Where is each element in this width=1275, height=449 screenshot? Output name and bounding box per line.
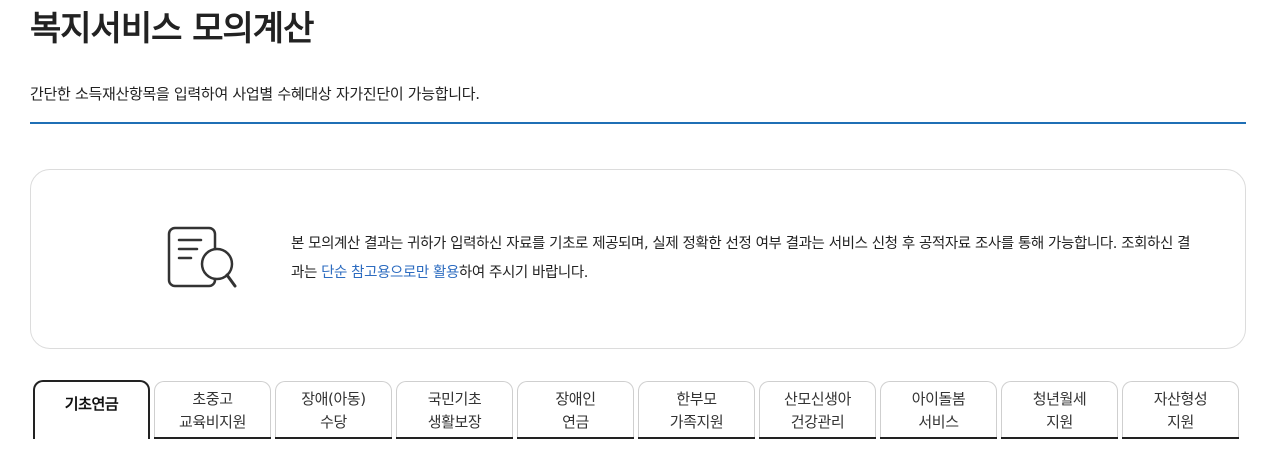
tab-disabled-child-allowance[interactable]: 장애(아동) 수당 xyxy=(275,381,392,439)
tab-single-parent-support[interactable]: 한부모 가족지원 xyxy=(638,381,755,439)
tab-label-2: 연금 xyxy=(562,413,589,431)
tab-label-2: 가족지원 xyxy=(669,413,724,431)
title-divider xyxy=(30,122,1246,124)
tab-label: 국민기초 xyxy=(427,390,482,408)
tab-label: 한부모 xyxy=(676,390,717,408)
tab-label: 아이돌봄 xyxy=(911,390,966,408)
tab-child-care-service[interactable]: 아이돌봄 서비스 xyxy=(880,381,997,439)
tab-label-2: 지원 xyxy=(1167,413,1194,431)
tab-label: 산모신생아 xyxy=(783,390,851,408)
tab-label-2: 서비스 xyxy=(918,413,959,431)
tab-asset-building-support[interactable]: 자산형성 지원 xyxy=(1122,381,1239,439)
tab-maternal-newborn-care[interactable]: 산모신생아 건강관리 xyxy=(759,381,876,439)
tab-basic-pension[interactable]: 기초연금 xyxy=(33,380,150,439)
tab-youth-rent-support[interactable]: 청년월세 지원 xyxy=(1001,381,1118,439)
notice-box: 본 모의계산 결과는 귀하가 입력하신 자료를 기초로 제공되며, 실제 정확한… xyxy=(30,169,1246,349)
tab-school-education-support[interactable]: 초중고 교육비지원 xyxy=(154,381,271,439)
tab-label: 초중고 xyxy=(192,390,233,408)
tab-label: 자산형성 xyxy=(1153,390,1208,408)
tab-label: 기초연금 xyxy=(64,395,119,413)
tab-label: 장애인 xyxy=(555,390,596,408)
document-search-icon xyxy=(167,226,237,288)
notice-text: 본 모의계산 결과는 귀하가 입력하신 자료를 기초로 제공되며, 실제 정확한… xyxy=(291,230,1191,288)
tab-label: 장애(아동) xyxy=(301,390,366,408)
tab-basic-livelihood[interactable]: 국민기초 생활보장 xyxy=(396,381,513,439)
service-tabs: 기초연금 초중고 교육비지원 장애(아동) 수당 국민기초 생활보장 장애인 연… xyxy=(33,380,1243,440)
page-title: 복지서비스 모의계산 xyxy=(30,9,314,49)
page: 복지서비스 모의계산 간단한 소득재산항목을 입력하여 사업별 수혜대상 자가진… xyxy=(0,0,1275,449)
tab-label-2: 수당 xyxy=(320,413,347,431)
tab-label-2: 지원 xyxy=(1046,413,1073,431)
tab-label: 청년월세 xyxy=(1032,390,1087,408)
notice-text-end: 하여 주시기 바랍니다. xyxy=(458,265,589,281)
tab-label-2: 건강관리 xyxy=(790,413,845,431)
tab-label-2: 교육비지원 xyxy=(178,413,246,431)
tab-disability-pension[interactable]: 장애인 연금 xyxy=(517,381,634,439)
tab-label-2: 생활보장 xyxy=(427,413,482,431)
page-subtitle: 간단한 소득재산항목을 입력하여 사업별 수혜대상 자가진단이 가능합니다. xyxy=(30,85,480,103)
notice-highlight: 단순 참고용으로만 활용 xyxy=(321,265,459,281)
